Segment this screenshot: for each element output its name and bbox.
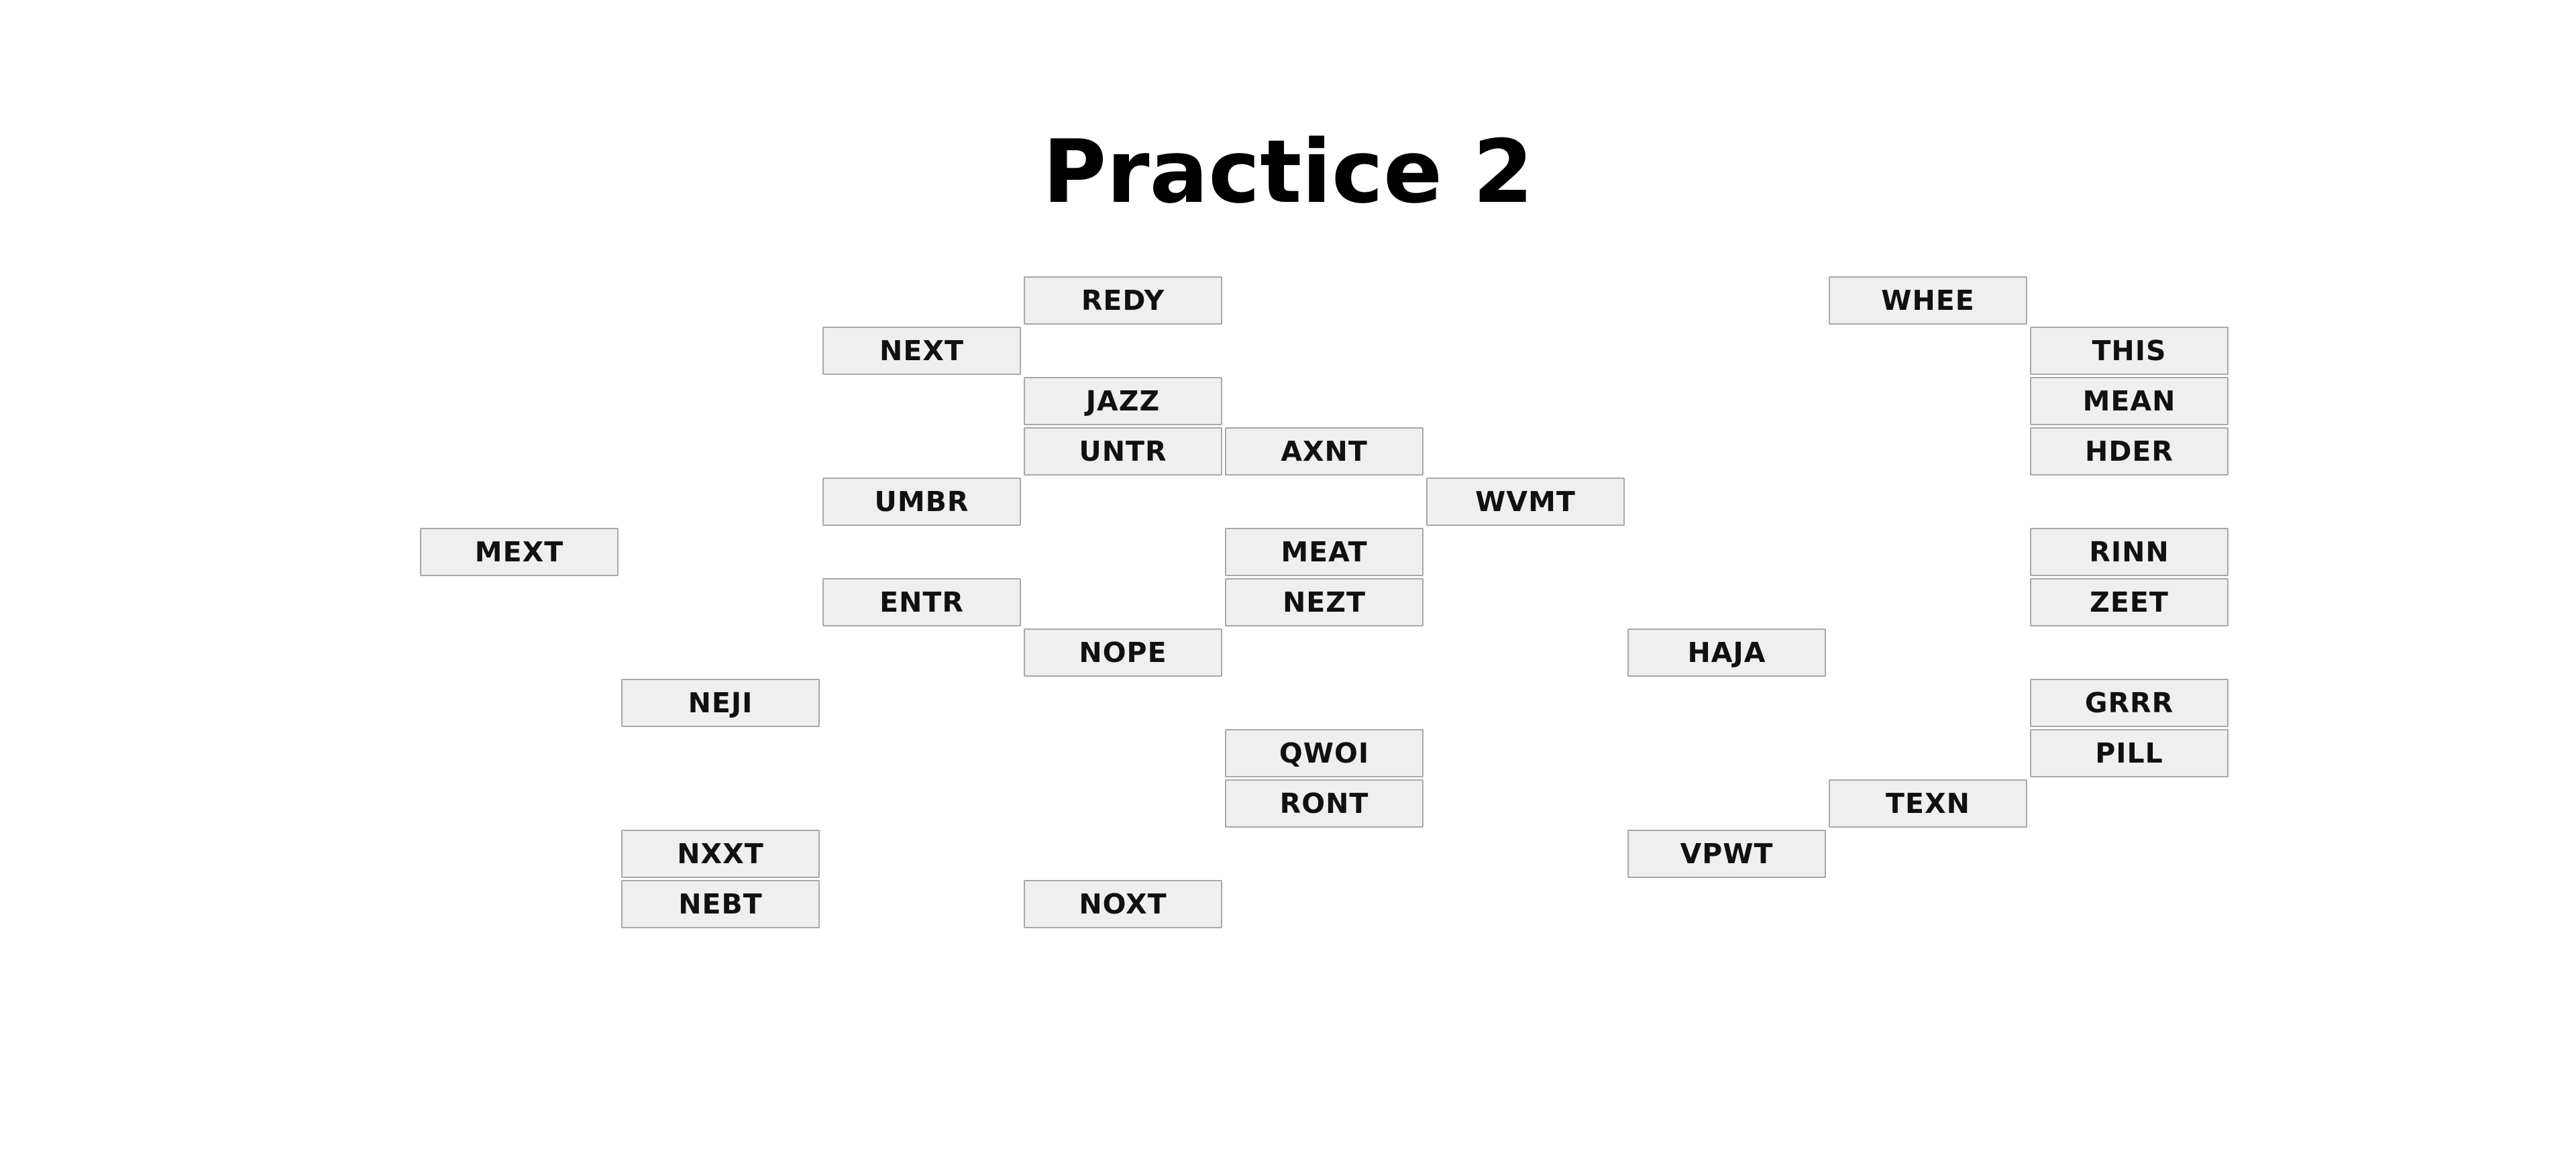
word-button-nebt[interactable]: NEBT bbox=[621, 880, 820, 928]
word-button-neji[interactable]: NEJI bbox=[621, 679, 820, 727]
word-button-nxxt[interactable]: NXXT bbox=[621, 830, 820, 878]
word-button-nezt[interactable]: NEZT bbox=[1225, 578, 1424, 626]
word-button-texn[interactable]: TEXN bbox=[1829, 779, 2027, 828]
word-button-jazz[interactable]: JAZZ bbox=[1024, 377, 1222, 425]
word-button-ront[interactable]: RONT bbox=[1225, 779, 1424, 828]
word-button-vpwt[interactable]: VPWT bbox=[1627, 830, 1826, 878]
word-button-axnt[interactable]: AXNT bbox=[1225, 427, 1424, 476]
word-button-zeet[interactable]: ZEET bbox=[2030, 578, 2229, 626]
word-button-next[interactable]: NEXT bbox=[822, 327, 1021, 375]
word-button-pill[interactable]: PILL bbox=[2030, 729, 2229, 777]
word-button-umbr[interactable]: UMBR bbox=[822, 478, 1021, 526]
word-button-noxt[interactable]: NOXT bbox=[1024, 880, 1222, 928]
word-button-grrr[interactable]: GRRR bbox=[2030, 679, 2229, 727]
word-button-nope[interactable]: NOPE bbox=[1024, 628, 1222, 677]
word-button-qwoi[interactable]: QWOI bbox=[1225, 729, 1424, 777]
word-button-this[interactable]: THIS bbox=[2030, 327, 2229, 375]
word-button-rinn[interactable]: RINN bbox=[2030, 528, 2229, 576]
word-grid: REDY NEXT JAZZ UNTR AXNT UMBR WVMT MEXT … bbox=[0, 0, 2576, 1161]
word-button-entr[interactable]: ENTR bbox=[822, 578, 1021, 626]
word-button-hder[interactable]: HDER bbox=[2030, 427, 2229, 476]
word-button-meat[interactable]: MEAT bbox=[1225, 528, 1424, 576]
word-button-haja[interactable]: HAJA bbox=[1627, 628, 1826, 677]
word-button-mext[interactable]: MEXT bbox=[420, 528, 619, 576]
word-button-untr[interactable]: UNTR bbox=[1024, 427, 1222, 476]
word-button-wvmt[interactable]: WVMT bbox=[1426, 478, 1625, 526]
word-button-whee[interactable]: WHEE bbox=[1829, 276, 2027, 325]
word-button-mean[interactable]: MEAN bbox=[2030, 377, 2229, 425]
word-button-redy[interactable]: REDY bbox=[1024, 276, 1222, 325]
